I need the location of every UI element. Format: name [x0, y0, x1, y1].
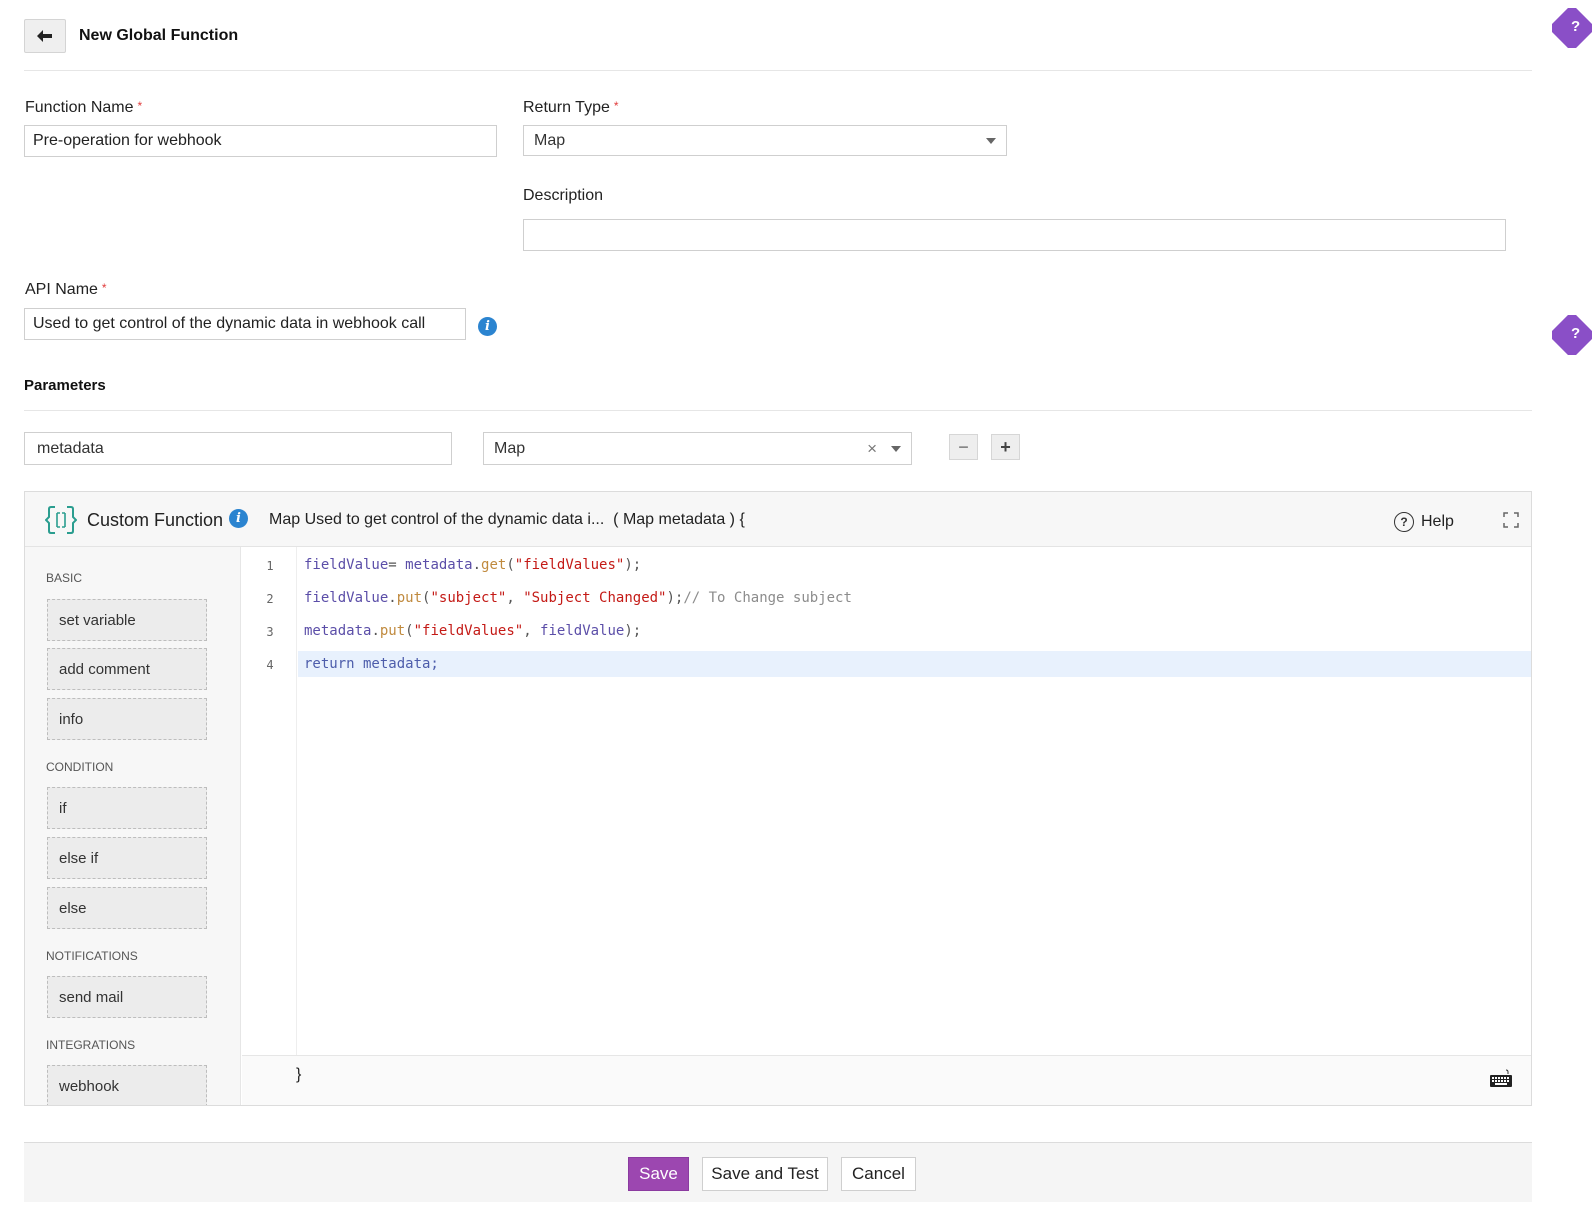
snippet-if[interactable]: if	[47, 787, 207, 829]
line-number: 2	[266, 592, 274, 606]
cancel-button[interactable]: Cancel	[841, 1157, 916, 1191]
side-help-tab-top[interactable]: ?	[1552, 8, 1592, 48]
snippet-sidebar: BASIC set variable add comment info COND…	[25, 547, 241, 1105]
help-button[interactable]: ? Help	[1394, 512, 1454, 532]
return-type-label: Return Type *	[523, 99, 619, 116]
category-condition: CONDITION	[46, 760, 114, 774]
editor-header: Custom Function i Map Used to get contro…	[25, 492, 1531, 547]
custom-function-editor: Custom Function i Map Used to get contro…	[24, 491, 1532, 1106]
chevron-down-icon	[891, 445, 901, 452]
line-number: 3	[266, 625, 274, 639]
code-line-2[interactable]: fieldValue.put("subject", "Subject Chang…	[304, 590, 852, 606]
editor-footer: }	[242, 1055, 1531, 1105]
parameter-name-input[interactable]: metadata	[24, 432, 452, 465]
return-type-select[interactable]: Map	[523, 125, 1007, 156]
api-name-label: API Name *	[25, 281, 107, 298]
clear-icon[interactable]: ×	[867, 439, 877, 459]
category-notifications: NOTIFICATIONS	[46, 949, 138, 963]
code-line-1[interactable]: fieldValue= metadata.get("fieldValues");	[304, 557, 641, 573]
save-button[interactable]: Save	[628, 1157, 689, 1191]
snippet-add-comment[interactable]: add comment	[47, 648, 207, 690]
snippet-send-mail[interactable]: send mail	[47, 976, 207, 1018]
snippet-set-variable[interactable]: set variable	[47, 599, 207, 641]
page-title: New Global Function	[79, 27, 239, 44]
function-signature: Map Used to get control of the dynamic d…	[269, 511, 745, 528]
chevron-down-icon	[986, 137, 996, 144]
closing-brace: }	[296, 1066, 302, 1083]
line-number-gutter	[242, 547, 297, 1055]
save-and-test-button[interactable]: Save and Test	[702, 1157, 828, 1191]
header-divider	[24, 70, 1532, 71]
arrow-left-icon	[37, 30, 52, 42]
keyboard-icon[interactable]	[1489, 1069, 1513, 1089]
snippet-info[interactable]: info	[47, 698, 207, 740]
function-name-label: Function Name *	[25, 99, 143, 116]
help-icon: ?	[1571, 325, 1581, 342]
fullscreen-icon[interactable]	[1503, 512, 1519, 528]
parameters-title: Parameters	[24, 377, 106, 394]
function-name-input[interactable]: Pre-operation for webhook	[24, 125, 497, 157]
remove-parameter-button[interactable]: −	[949, 434, 978, 460]
line-number: 1	[266, 559, 274, 573]
editor-title: Custom Function	[87, 510, 224, 530]
action-bar: Save Save and Test Cancel	[24, 1142, 1532, 1202]
code-line-4[interactable]: return metadata;	[304, 656, 439, 672]
parameters-divider	[24, 410, 1532, 411]
help-icon: ?	[1394, 512, 1414, 532]
info-icon[interactable]: i	[229, 509, 248, 528]
description-input[interactable]	[523, 219, 1506, 251]
side-help-tab-middle[interactable]: ?	[1552, 315, 1592, 355]
back-button[interactable]	[24, 19, 66, 53]
line-number: 4	[266, 658, 274, 672]
category-basic: BASIC	[46, 571, 83, 585]
snippet-else[interactable]: else	[47, 887, 207, 929]
code-line-3[interactable]: metadata.put("fieldValues", fieldValue);	[304, 623, 641, 639]
snippet-else-if[interactable]: else if	[47, 837, 207, 879]
help-icon: ?	[1571, 18, 1581, 35]
add-parameter-button[interactable]: +	[991, 434, 1020, 460]
snippet-webhook[interactable]: webhook	[47, 1065, 207, 1105]
parameter-type-select[interactable]: Map ×	[483, 432, 912, 465]
description-label: Description	[523, 187, 604, 204]
code-braces-icon	[45, 506, 77, 534]
active-line-highlight	[298, 651, 1531, 677]
api-name-input[interactable]: Used to get control of the dynamic data …	[24, 308, 466, 340]
info-icon[interactable]: i	[478, 317, 497, 336]
category-integrations: INTEGRATIONS	[46, 1038, 136, 1052]
